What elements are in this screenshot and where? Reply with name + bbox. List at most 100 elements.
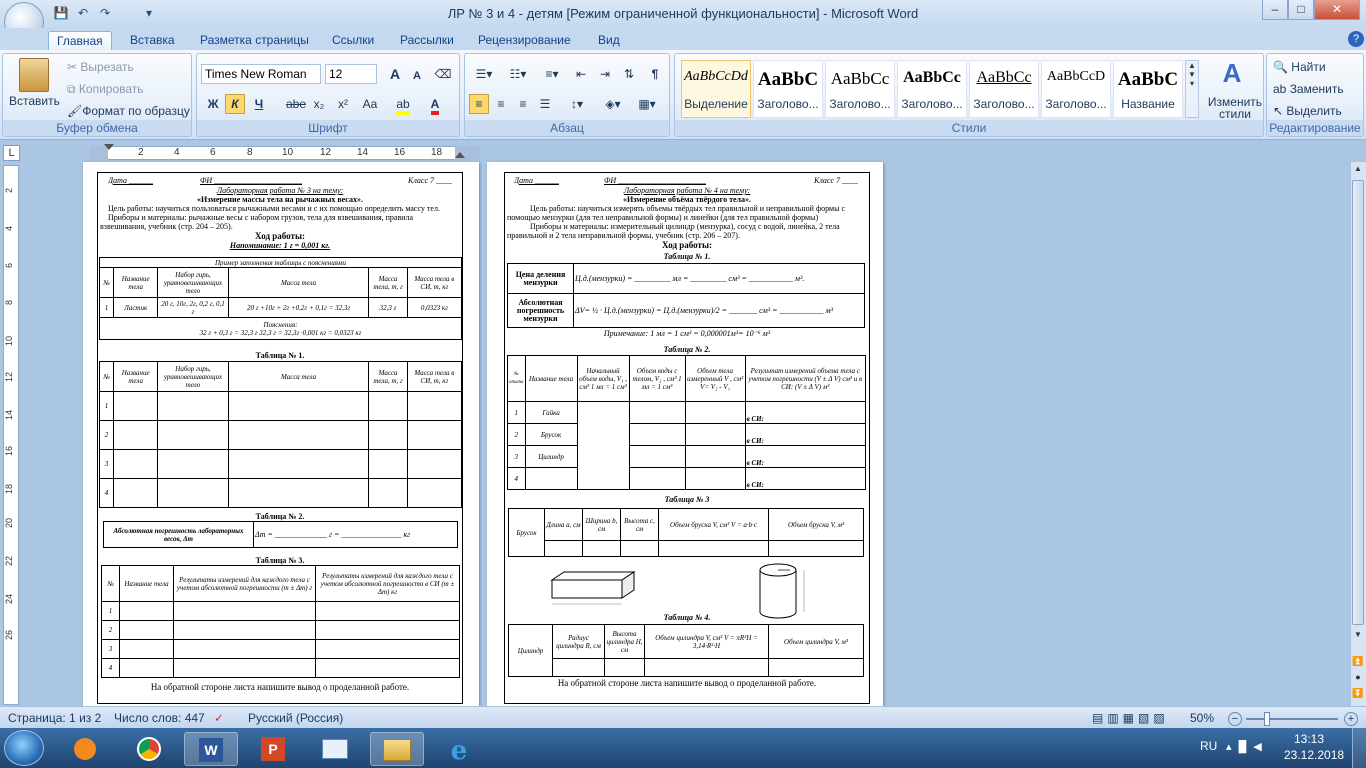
vertical-ruler[interactable] (3, 165, 19, 705)
tab-page-layout[interactable]: Разметка страницы (192, 31, 317, 50)
style-item-emphasis[interactable]: AaBbCcDd Выделение (681, 60, 751, 118)
change-case-button[interactable]: Aa (357, 94, 383, 114)
replace-button[interactable]: ab Заменить (1273, 82, 1344, 96)
paste-button[interactable]: Вставить (9, 94, 60, 108)
tab-insert[interactable]: Вставка (122, 31, 183, 50)
zoom-level[interactable]: 50% (1190, 711, 1214, 725)
p1-table2-caption: Таблица № 2. (255, 512, 305, 521)
style-name: Заголово... (1045, 97, 1107, 111)
zoom-in-icon[interactable]: + (1344, 712, 1358, 726)
scroll-up-icon[interactable]: ▲ (1352, 164, 1364, 178)
strikethrough-button[interactable]: abe (283, 94, 309, 114)
borders-icon[interactable]: ▦▾ (633, 94, 661, 114)
style-item-heading1[interactable]: AaBbC Заголово... (753, 60, 823, 118)
powerpoint-icon[interactable]: P (246, 732, 300, 766)
zoom-out-icon[interactable]: − (1228, 712, 1242, 726)
paste-icon[interactable] (19, 58, 49, 92)
vruler-tick: 4 (4, 226, 14, 232)
tab-references[interactable]: Ссылки (324, 31, 382, 50)
start-button[interactable] (4, 730, 44, 766)
close-button[interactable]: ✕ (1314, 0, 1360, 20)
align-right-icon[interactable]: ≡ (513, 94, 533, 114)
word-count[interactable]: Число слов: 447 (114, 711, 205, 725)
change-styles-icon[interactable]: A (1217, 60, 1247, 86)
col-header: Масса тела (227, 361, 370, 392)
change-styles-button[interactable]: Изменить стили (1205, 96, 1265, 120)
shading-icon[interactable]: ◈▾ (599, 94, 627, 114)
superscript-button[interactable]: x² (333, 94, 353, 114)
font-color-icon[interactable]: A (423, 94, 447, 115)
shrink-font-button[interactable]: A (407, 66, 427, 86)
highlight-icon[interactable]: ab (391, 94, 415, 115)
grow-font-button[interactable]: A (385, 64, 405, 84)
tab-selector-button[interactable]: L (3, 145, 20, 161)
keyboard-language[interactable]: RU (1200, 739, 1217, 753)
explain-text: 32 г + 0,3 г = 32,3 г 32,3 г = 32,3г ·0,… (199, 328, 362, 337)
media-player-icon[interactable] (58, 732, 112, 766)
row-number: 3 (101, 639, 120, 659)
show-desktop-button[interactable] (1352, 728, 1366, 768)
scroll-thumb[interactable] (1352, 180, 1364, 625)
bullets-icon[interactable]: ☰▾ (469, 64, 499, 84)
view-buttons[interactable]: ▤▥▦▧▨ (1092, 711, 1169, 725)
format-painter-button[interactable]: 🖌Формат по образцу (67, 104, 190, 118)
prev-page-icon[interactable]: ⏫ (1352, 656, 1364, 670)
tab-view[interactable]: Вид (590, 31, 628, 50)
align-left-icon[interactable]: ≡ (469, 94, 489, 114)
bold-button[interactable]: Ж (203, 94, 223, 114)
font-size-select[interactable]: 12 (325, 64, 377, 84)
first-line-indent-marker[interactable] (104, 144, 114, 150)
tray-icons[interactable]: ▴ ▐▌ ◀ (1226, 740, 1262, 753)
tab-review[interactable]: Рецензирование (470, 31, 579, 50)
right-indent-marker[interactable] (455, 152, 465, 158)
decrease-indent-icon[interactable]: ⇤ (571, 64, 591, 84)
scroll-down-icon[interactable]: ▼ (1352, 630, 1364, 644)
help-icon[interactable]: ? (1348, 31, 1364, 47)
style-item-heading2[interactable]: AaBbCc Заголово... (825, 60, 895, 118)
clear-format-icon[interactable]: ⌫ (433, 64, 453, 84)
tab-mailings[interactable]: Рассылки (392, 31, 462, 50)
row-number: 1 (507, 401, 526, 424)
proofing-icon[interactable]: ✓ (214, 711, 224, 725)
minimize-button[interactable]: – (1262, 0, 1288, 20)
chrome-icon[interactable] (122, 732, 176, 766)
explorer-icon[interactable] (370, 732, 424, 766)
style-item-title[interactable]: AaBbC Название (1113, 60, 1183, 118)
word-icon[interactable]: W (184, 732, 238, 766)
tab-home[interactable]: Главная (48, 31, 112, 50)
p1-table3: № Название тела Результаты измерений для… (101, 565, 460, 678)
show-marks-icon[interactable]: ¶ (645, 64, 665, 84)
zoom-slider-thumb[interactable] (1264, 712, 1270, 726)
style-item-heading4[interactable]: AaBbCc Заголово... (969, 60, 1039, 118)
line-spacing-icon[interactable]: ↕▾ (563, 94, 591, 114)
increase-indent-icon[interactable]: ⇥ (595, 64, 615, 84)
italic-button[interactable]: К (225, 94, 245, 114)
sort-icon[interactable]: ⇅ (619, 64, 639, 84)
maximize-button[interactable]: □ (1288, 0, 1314, 20)
align-center-icon[interactable]: ≡ (491, 94, 511, 114)
font-family-select[interactable]: Times New Roman (201, 64, 321, 84)
copy-button[interactable]: ⧉ Копировать (67, 82, 144, 97)
mail-icon[interactable] (308, 732, 362, 766)
select-button[interactable]: ↖ Выделить (1273, 104, 1342, 118)
multilevel-list-icon[interactable]: ≡▾ (537, 64, 567, 84)
find-button[interactable]: 🔍 Найти (1273, 60, 1326, 74)
zoom-slider[interactable] (1246, 718, 1338, 720)
style-item-heading3[interactable]: AaBbCc Заголово... (897, 60, 967, 118)
numbering-icon[interactable]: ☷▾ (503, 64, 533, 84)
underline-button[interactable]: Ч (249, 94, 269, 114)
language[interactable]: Русский (Россия) (248, 711, 343, 725)
style-item-heading5[interactable]: AaBbCcD Заголово... (1041, 60, 1111, 118)
clock-date[interactable]: 23.12.2018 (1284, 748, 1344, 762)
clock-time[interactable]: 13:13 (1294, 732, 1324, 746)
next-page-icon[interactable]: ⏬ (1352, 688, 1364, 702)
style-sample: AaBbCcD (1046, 69, 1106, 84)
col-header: Радиус цилиндра R, см (552, 624, 605, 659)
styles-scroll[interactable]: ▲ ▼ ▾ (1185, 60, 1199, 118)
page-count[interactable]: Страница: 1 из 2 (8, 711, 101, 725)
justify-icon[interactable]: ☰ (535, 94, 555, 114)
subscript-button[interactable]: x₂ (309, 94, 329, 114)
browse-object-icon[interactable]: ● (1352, 672, 1364, 686)
ie-icon[interactable]: e (432, 732, 486, 766)
cut-button[interactable]: ✂ Вырезать (67, 60, 134, 74)
